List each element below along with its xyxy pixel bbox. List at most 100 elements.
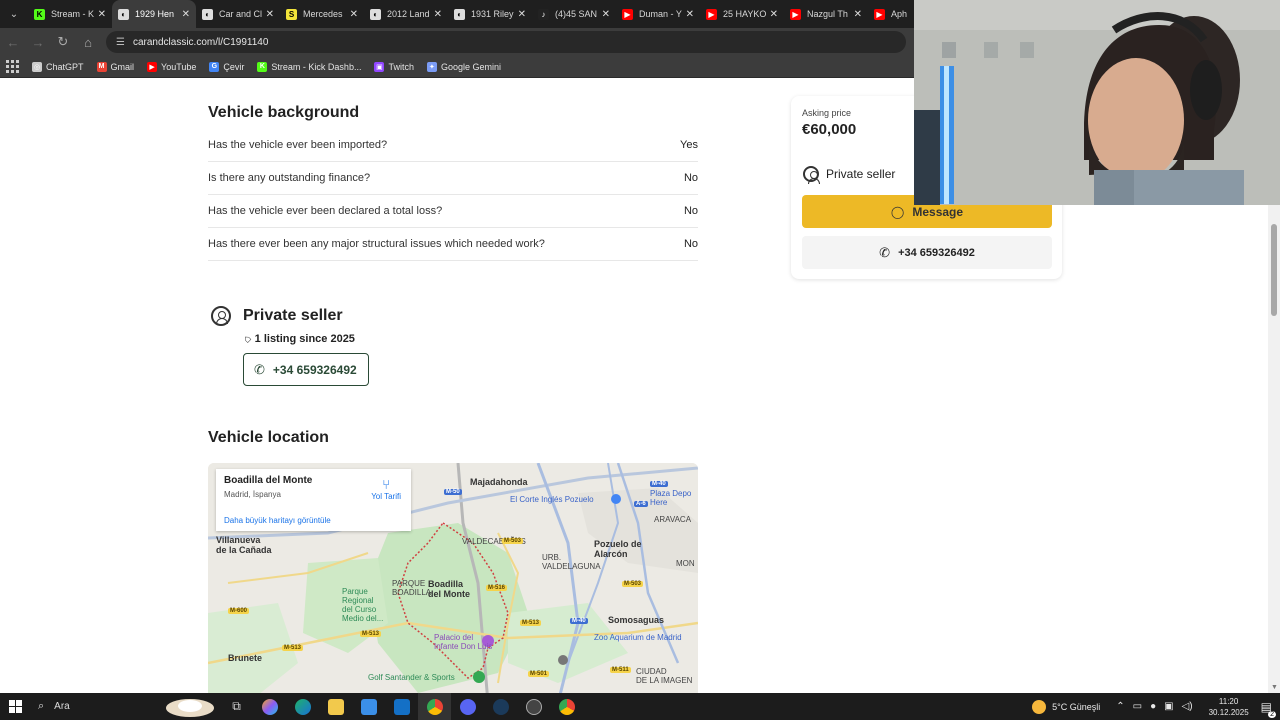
tab-favicon-icon: ◐: [454, 8, 465, 20]
task-view-icon[interactable]: ⧉: [220, 693, 253, 720]
location-map[interactable]: Majadahonda El Corte Inglés Pozuelo Plaz…: [208, 463, 698, 693]
site-info-icon[interactable]: ☰: [116, 37, 125, 48]
volume-icon[interactable]: ◁): [1182, 701, 1193, 712]
tab-close-icon[interactable]: ✕: [602, 9, 610, 20]
tab-close-icon[interactable]: ✕: [182, 9, 190, 20]
tab-label: 25 HAYKO: [723, 9, 766, 19]
scroll-down-icon[interactable]: ▼: [1271, 684, 1278, 691]
vehicle-location-title: Vehicle location: [208, 429, 329, 446]
browser-tab[interactable]: S Mercedes ✕: [280, 0, 364, 28]
bookmark-item[interactable]: K Stream - Kick Dashb...: [257, 61, 362, 72]
device-icon[interactable]: ▭: [1133, 701, 1142, 712]
webcam-feed-graphic: [914, 0, 1280, 205]
bookmark-item[interactable]: ▶ YouTube: [147, 61, 197, 72]
tab-close-icon[interactable]: ✕: [434, 9, 442, 20]
tab-favicon-icon: ▶: [706, 8, 717, 20]
tab-label: 1929 Hen: [135, 9, 175, 19]
directions-button[interactable]: ⑂ Yol Tarifi: [371, 477, 401, 501]
road-m511: M-511: [610, 667, 631, 673]
browser-tab[interactable]: ▶ Nazgul Th ✕: [784, 0, 868, 28]
question-text: Is there any outstanding finance?: [208, 172, 371, 184]
network-icon[interactable]: ▣: [1164, 701, 1173, 712]
bookmark-item[interactable]: ▣ Twitch: [374, 61, 414, 72]
bookmark-item[interactable]: M Gmail: [96, 61, 134, 72]
larger-map-link[interactable]: Daha büyük haritayı görüntüle: [224, 516, 331, 525]
call-seller-button[interactable]: ✆ +34 659326492: [802, 236, 1052, 269]
chevron-up-icon[interactable]: ⌃: [1116, 701, 1124, 712]
tab-favicon-icon: ▶: [790, 8, 801, 20]
mail-icon[interactable]: [385, 693, 418, 720]
tab-label: (4)45 SAN: [555, 9, 598, 19]
browser-tab[interactable]: ◐ Car and Cl ✕: [196, 0, 280, 28]
bookmark-item[interactable]: G Çevir: [209, 61, 244, 72]
home-icon[interactable]: ⌂: [76, 30, 100, 54]
notifications-button[interactable]: ▤ 2: [1261, 700, 1276, 718]
tab-close-icon[interactable]: ✕: [854, 9, 862, 20]
tab-close-icon[interactable]: ✕: [518, 9, 526, 20]
edge-icon[interactable]: [286, 693, 319, 720]
map-label-golf: Golf Santander & Sports: [368, 673, 455, 682]
steam-icon[interactable]: [484, 693, 517, 720]
url-text: carandclassic.com/l/C1991140: [132, 36, 269, 48]
map-label-palacio: Palacio del Infante Don Luis: [434, 633, 493, 651]
search-highlight-icon[interactable]: [160, 693, 220, 720]
browser-tab[interactable]: K Stream - K ✕: [28, 0, 112, 28]
tab-label: Stream - K: [51, 9, 94, 19]
bookmark-item[interactable]: ✦ Google Gemini: [426, 61, 501, 72]
scrollbar-thumb[interactable]: [1271, 224, 1277, 316]
chrome-icon[interactable]: [418, 693, 451, 720]
road-m40: M-40: [650, 481, 668, 487]
obs-icon[interactable]: [517, 693, 550, 720]
clock[interactable]: 11:20 30.12.2025: [1209, 696, 1249, 718]
windows-start-button[interactable]: [0, 693, 30, 720]
tab-close-icon[interactable]: ✕: [266, 9, 274, 20]
browser-tab[interactable]: ▶ 25 HAYKO ✕: [700, 0, 784, 28]
bookmark-label: Stream - Kick Dashb...: [271, 61, 362, 72]
tab-label: 1931 Riley: [471, 9, 514, 19]
road-m503-2: M-503: [622, 581, 644, 587]
apps-grid-icon[interactable]: [6, 59, 20, 74]
chrome-profile-icon[interactable]: [550, 693, 583, 720]
browser-tab[interactable]: ◐ 2012 Land ✕: [364, 0, 448, 28]
reload-icon[interactable]: ↻: [51, 30, 75, 54]
bookmark-label: YouTube: [161, 61, 197, 72]
question-text: Has there ever been any major structural…: [208, 238, 545, 250]
browser-tab[interactable]: ◐ 1929 Hen ✕: [112, 0, 196, 28]
answer-text: No: [683, 172, 698, 184]
back-icon[interactable]: ←: [1, 30, 25, 54]
road-m50-1: M-50: [444, 489, 462, 495]
copilot-icon[interactable]: [253, 693, 286, 720]
taskbar-search[interactable]: ⌕ Ara: [30, 700, 160, 713]
discord-icon[interactable]: [451, 693, 484, 720]
tab-close-icon[interactable]: ✕: [98, 9, 106, 20]
file-explorer-icon[interactable]: [319, 693, 352, 720]
browser-tab[interactable]: ◐ 1931 Riley ✕: [448, 0, 532, 28]
browser-tab[interactable]: ♪ (4)45 SAN ✕: [532, 0, 616, 28]
call-seller-phone: +34 659326492: [898, 246, 975, 259]
road-m503: M-503: [502, 538, 524, 544]
browser-tab[interactable]: ▶ Duman - Y ✕: [616, 0, 700, 28]
background-question-row: Has there ever been any major structural…: [208, 228, 698, 261]
weather-text: 5°C Güneşli: [1052, 701, 1101, 712]
bookmark-item[interactable]: ◎ ChatGPT: [32, 61, 84, 72]
tab-close-icon[interactable]: ✕: [350, 9, 358, 20]
map-label-somosaguas: Somosaguas: [608, 615, 665, 625]
answer-text: No: [683, 238, 698, 250]
weather-widget[interactable]: 5°C Güneşli: [1032, 699, 1101, 714]
road-m40-2: M-40: [570, 618, 588, 624]
forward-icon[interactable]: →: [26, 30, 50, 54]
tab-close-icon[interactable]: ✕: [686, 9, 694, 20]
tab-close-icon[interactable]: ✕: [770, 9, 778, 20]
webcam-overlay: [914, 0, 1280, 205]
chat-bubble-icon: ◯: [890, 204, 905, 219]
tag-icon: ⌂: [240, 332, 254, 346]
listing-info-text: 1 listing since 2025: [254, 333, 355, 345]
tab-search-chevron-icon[interactable]: ⌄: [0, 0, 28, 28]
seller-phone-button[interactable]: ✆ +34 659326492: [243, 353, 369, 386]
background-question-row: Has the vehicle ever been imported? Yes: [208, 129, 698, 162]
road-m513-2: M-513: [360, 631, 382, 637]
microphone-icon[interactable]: ●: [1150, 701, 1156, 712]
store-icon[interactable]: [352, 693, 385, 720]
bookmark-label: Twitch: [388, 61, 414, 72]
address-bar[interactable]: ☰ carandclassic.com/l/C1991140: [106, 31, 906, 53]
